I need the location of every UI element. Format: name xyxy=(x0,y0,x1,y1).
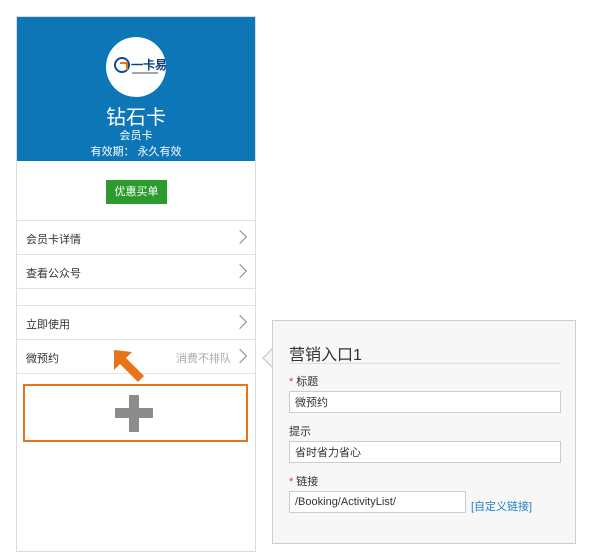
menu-item-card-details[interactable]: 会员卡详情 xyxy=(17,220,255,254)
add-entry-button[interactable] xyxy=(23,384,248,442)
panel-title: 营销入口1 xyxy=(289,347,362,364)
menu-item-official-account[interactable]: 查看公众号 xyxy=(17,254,255,289)
custom-link[interactable]: [自定义链接] xyxy=(471,498,532,514)
phone-preview: 一卡易 钻石卡 会员卡 有效期： 永久有效 优惠买单 会员卡详情 查看公众号 立… xyxy=(16,16,256,552)
logo-text: 一卡易 xyxy=(131,58,168,72)
chevron-right-icon xyxy=(232,229,248,245)
menu-item-hint: 消费不排队 xyxy=(176,353,231,365)
title-field-label: * 标题 xyxy=(289,376,319,388)
card-validity: 有效期： 永久有效 xyxy=(90,146,182,158)
menu-item-label: 查看公众号 xyxy=(26,268,81,280)
logo-mark-icon xyxy=(114,57,130,73)
chevron-right-icon xyxy=(232,314,248,330)
card-name: 钻石卡 xyxy=(106,107,166,129)
link-input[interactable] xyxy=(289,491,466,513)
brand-logo: 一卡易 xyxy=(106,37,168,97)
divider xyxy=(289,363,561,364)
chevron-right-icon xyxy=(232,348,248,364)
hint-input[interactable] xyxy=(289,441,561,463)
hint-field-label: 提示 xyxy=(289,426,311,438)
logo-subline xyxy=(132,72,158,74)
title-input[interactable] xyxy=(289,391,561,413)
required-mark: * xyxy=(289,476,294,488)
chevron-right-icon xyxy=(232,263,248,279)
card-type: 会员卡 xyxy=(119,130,153,142)
menu-item-label: 会员卡详情 xyxy=(26,234,81,246)
discount-pay-button[interactable]: 优惠买单 xyxy=(106,180,167,204)
menu-item-use-now[interactable]: 立即使用 xyxy=(17,305,255,339)
link-field-label: * 链接 xyxy=(289,476,319,488)
arrow-icon xyxy=(114,350,144,382)
menu-item-label: 立即使用 xyxy=(26,319,70,331)
card-header: 一卡易 钻石卡 会员卡 有效期： 永久有效 xyxy=(17,17,255,161)
required-mark: * xyxy=(289,376,294,388)
menu-item-label: 微预约 xyxy=(26,353,59,365)
config-panel: 营销入口1 *标题 提示 *链接 [自定义链接] xyxy=(272,320,576,544)
